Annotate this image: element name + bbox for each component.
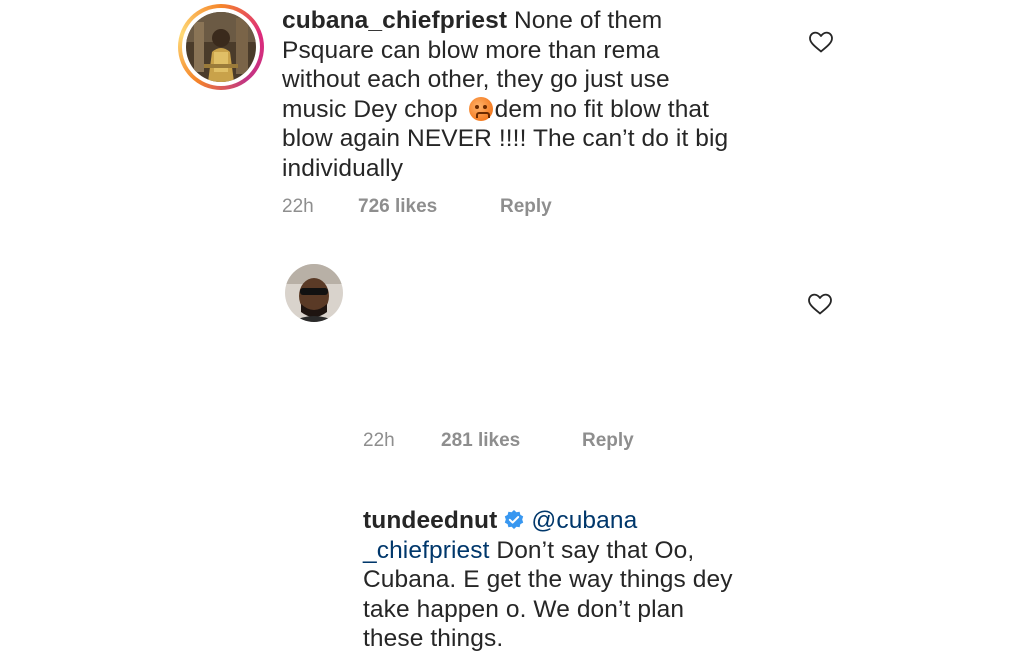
comment-body: blow again NEVER !!!! The can’t do it bi… bbox=[282, 125, 729, 153]
like-count[interactable]: 281 likes bbox=[441, 430, 520, 452]
heart-outline-icon[interactable] bbox=[808, 30, 834, 54]
comment-body: None of them bbox=[507, 7, 663, 34]
comment-body: these things. bbox=[363, 625, 504, 653]
mention-link[interactable]: @cubana bbox=[531, 507, 637, 534]
comment-timestamp: 22h bbox=[363, 430, 395, 451]
comment-body: music Dey chop bbox=[282, 95, 465, 123]
weary-face-emoji-icon bbox=[468, 96, 493, 121]
comment-body: individually bbox=[282, 154, 404, 182]
reply-button[interactable]: Reply bbox=[582, 430, 634, 452]
comment-body: without each other, they go just use bbox=[282, 66, 670, 94]
comment: cubana_chiefpriest None of them Psquare … bbox=[0, 0, 1024, 240]
comment-username[interactable]: tundeednut bbox=[363, 507, 497, 534]
reply-button[interactable]: Reply bbox=[500, 196, 552, 218]
comment: tundeednut @cubana _chiefpriest Don’t sa… bbox=[0, 240, 1024, 652]
like-count[interactable]: 726 likes bbox=[358, 196, 437, 218]
comment-body: Psquare can blow more than rema bbox=[282, 36, 660, 64]
mention-link[interactable]: _chiefpriest bbox=[363, 537, 490, 564]
comment-body: take happen o. We don’t plan bbox=[363, 595, 685, 623]
comment-text: tundeednut @cubana _chiefpriest Don’t sa… bbox=[363, 506, 803, 654]
avatar[interactable] bbox=[285, 264, 343, 322]
avatar[interactable] bbox=[186, 12, 256, 82]
verified-badge-icon bbox=[505, 510, 524, 529]
comment-username[interactable]: cubana_chiefpriest bbox=[282, 7, 507, 34]
comment-body: dem no fit blow that bbox=[494, 95, 710, 123]
comment-timestamp: 22h bbox=[282, 196, 314, 217]
comment-text: cubana_chiefpriest None of them Psquare … bbox=[282, 6, 802, 184]
comment-body: Don’t say that Oo, bbox=[489, 536, 695, 564]
comment-body: Cubana. E get the way things dey bbox=[363, 566, 733, 594]
heart-outline-icon[interactable] bbox=[807, 292, 833, 316]
